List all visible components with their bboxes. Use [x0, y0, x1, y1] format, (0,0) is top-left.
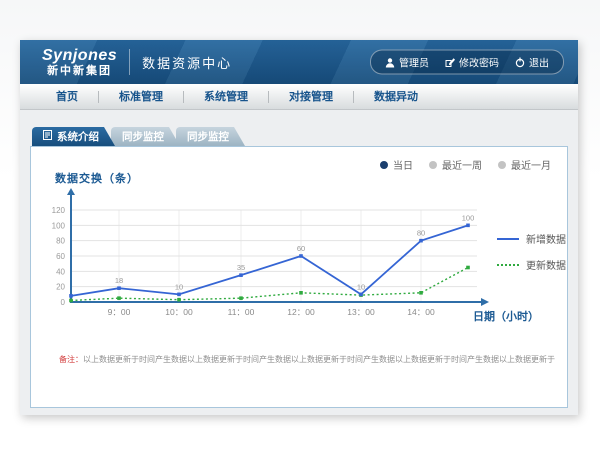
data-point: [419, 239, 423, 243]
tab-system-intro[interactable]: 系统介绍: [32, 127, 115, 146]
tab-sync-monitor-2[interactable]: 同步监控: [176, 127, 245, 146]
content-area: 系统介绍 同步监控 同步监控 当日 最近一周: [20, 110, 578, 415]
data-point: [117, 286, 121, 290]
legend-label: 更新数据: [526, 257, 566, 272]
data-point: [177, 298, 181, 302]
footnote-prefix: 备注：: [59, 355, 83, 364]
y-tick-label: 40: [56, 267, 65, 276]
filter-label: 当日: [393, 157, 413, 172]
solid-line-swatch: [497, 238, 519, 240]
x-tick-label: 14：00: [407, 307, 435, 317]
user-bar: 管理员 修改密码 退出: [370, 50, 564, 75]
current-user[interactable]: 管理员: [385, 55, 429, 70]
nav-item-home[interactable]: 首页: [36, 84, 98, 110]
x-axis-title: 日期（小时）: [473, 308, 539, 324]
y-tick-label: 20: [56, 283, 65, 292]
legend-label: 新增数据: [526, 231, 566, 246]
data-point: [117, 296, 121, 300]
filter-last-week[interactable]: 最近一周: [429, 157, 482, 172]
data-point: [69, 299, 73, 303]
tab-label: 同步监控: [187, 129, 229, 144]
x-tick-label: 13：00: [347, 307, 375, 317]
user-icon: [385, 57, 395, 67]
footnote-text: 以上数据更新于时间产生数据以上数据更新于时间产生数据以上数据更新于时间产生数据以…: [83, 355, 555, 364]
point-label: 100: [462, 213, 475, 222]
x-tick-label: 10：00: [165, 307, 193, 317]
logo-brand-text: Synjones: [42, 47, 117, 65]
y-axis-title: 数据交换（条）: [55, 170, 139, 186]
tab-label: 同步监控: [122, 129, 164, 144]
y-tick-label: 0: [61, 298, 66, 307]
time-filter-group: 当日 最近一周 最近一月: [380, 157, 551, 172]
point-label: 10: [357, 282, 365, 291]
power-icon: [515, 57, 525, 67]
filter-today[interactable]: 当日: [380, 157, 413, 172]
legend-item-new-data: 新增数据: [497, 231, 566, 246]
nav-item-docking-mgmt[interactable]: 对接管理: [269, 84, 353, 110]
chart-panel: 当日 最近一周 最近一月 数据交换（条） 0 20 40 60 80 100 120 9：00…: [30, 146, 568, 408]
tab-bar: 系统介绍 同步监控 同步监控: [32, 127, 241, 146]
y-axis-arrow: [67, 188, 75, 195]
logout-label: 退出: [529, 55, 549, 70]
nav-item-system-mgmt[interactable]: 系统管理: [184, 84, 268, 110]
point-label: 80: [417, 229, 425, 238]
data-point: [466, 266, 470, 270]
point-label: 60: [297, 244, 305, 253]
nav-item-standard-mgmt[interactable]: 标准管理: [99, 84, 183, 110]
app-window: Synjones 新中新集团 数据资源中心 管理员 修改密码: [20, 40, 578, 415]
data-point: [299, 254, 303, 258]
data-point: [419, 291, 423, 295]
data-point: [69, 294, 73, 298]
nav-item-data-change[interactable]: 数据异动: [354, 84, 438, 110]
company-logo: Synjones 新中新集团: [42, 47, 117, 77]
y-tick-label: 120: [52, 206, 66, 215]
y-tick-label: 100: [52, 221, 66, 230]
radio-icon: [498, 161, 506, 169]
series-line: [71, 225, 468, 296]
data-point: [239, 296, 243, 300]
filter-label: 最近一周: [442, 157, 482, 172]
point-label: 10: [175, 282, 183, 291]
x-axis-arrow: [481, 298, 489, 306]
x-tick-label: 11：00: [228, 307, 255, 317]
series-line: [71, 268, 468, 301]
change-password-button[interactable]: 修改密码: [445, 55, 499, 70]
document-icon: [43, 130, 52, 143]
tab-label: 系统介绍: [57, 129, 99, 144]
logout-button[interactable]: 退出: [515, 55, 549, 70]
username-label: 管理员: [399, 55, 429, 70]
footnote: 备注：以上数据更新于时间产生数据以上数据更新于时间产生数据以上数据更新于时间产生…: [59, 354, 561, 365]
edit-icon: [445, 57, 455, 67]
data-point: [239, 273, 243, 277]
app-header: Synjones 新中新集团 数据资源中心 管理员 修改密码: [20, 40, 578, 84]
y-tick-label: 60: [56, 252, 65, 261]
x-tick-label: 12：00: [287, 307, 315, 317]
data-point: [466, 224, 470, 228]
point-label: 18: [115, 276, 123, 285]
chart-legend: 新增数据 更新数据: [497, 231, 566, 272]
x-tick-label: 9：00: [108, 307, 131, 317]
change-password-label: 修改密码: [459, 55, 499, 70]
page-title: 数据资源中心: [142, 53, 232, 72]
logo-company-text: 新中新集团: [42, 65, 117, 77]
y-tick-label: 80: [56, 237, 65, 246]
point-label: 35: [237, 263, 245, 272]
filter-label: 最近一月: [511, 157, 551, 172]
data-point: [299, 291, 303, 295]
data-point: [359, 293, 363, 297]
data-point: [177, 293, 181, 297]
radio-icon: [380, 161, 388, 169]
filter-last-month[interactable]: 最近一月: [498, 157, 551, 172]
legend-item-updated-data: 更新数据: [497, 257, 566, 272]
radio-icon: [429, 161, 437, 169]
dotted-line-swatch: [497, 264, 519, 266]
main-nav: 首页 标准管理 系统管理 对接管理 数据异动: [20, 84, 578, 110]
header-divider: [129, 49, 130, 75]
tab-sync-monitor-1[interactable]: 同步监控: [111, 127, 180, 146]
